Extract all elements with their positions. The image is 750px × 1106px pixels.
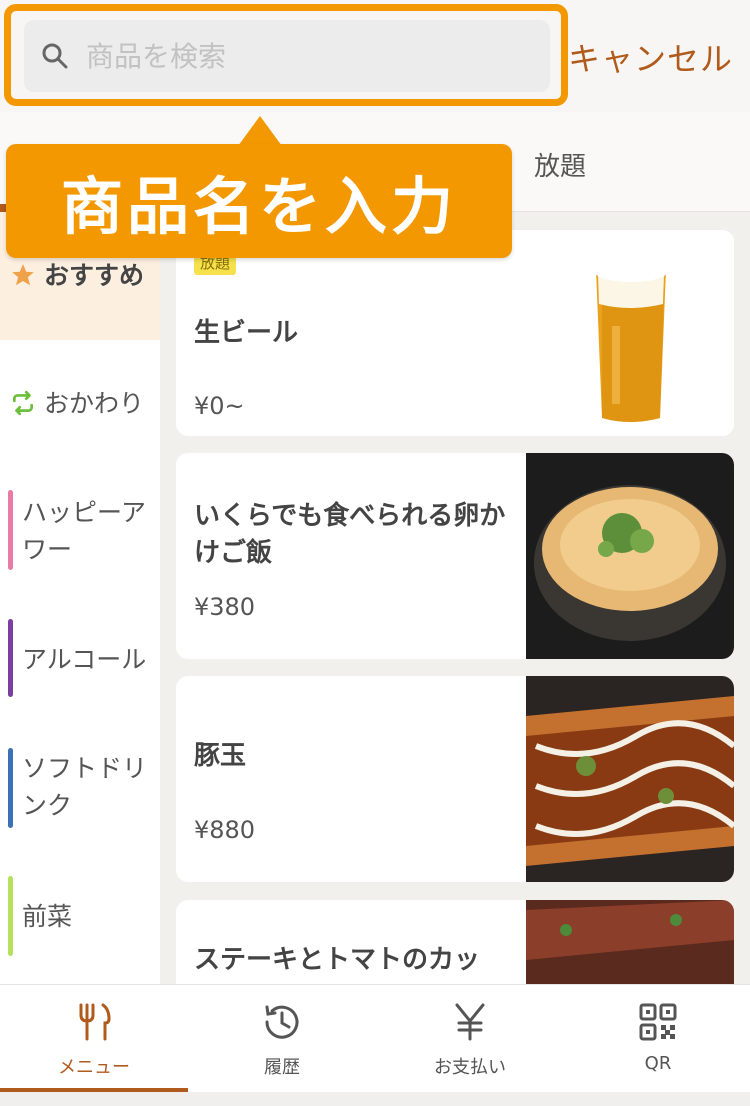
sidebar-item-soft-drink[interactable]: ソフトドリ ンク bbox=[0, 746, 160, 836]
nav-label: QR bbox=[644, 1053, 672, 1074]
qr-icon bbox=[639, 1003, 677, 1041]
menu-item-name: 豚玉 bbox=[194, 741, 247, 771]
category-sidebar: おすすめ おかわり ハッピーア ワー アルコール ソフトドリ ンク 前菜 bbox=[0, 212, 160, 984]
nav-history[interactable]: 履歴 bbox=[188, 985, 376, 1095]
menu-item-card[interactable]: 放題 生ビール ¥0~ bbox=[176, 230, 734, 436]
yen-icon bbox=[455, 1003, 485, 1041]
nav-label: 履歴 bbox=[264, 1057, 300, 1078]
sidebar-item-label: 前菜 bbox=[22, 902, 73, 931]
menu-item-price: ¥0~ bbox=[194, 392, 245, 420]
search-highlight-frame bbox=[4, 4, 568, 106]
callout-arrow bbox=[238, 116, 282, 146]
menu-item-name: ステーキとトマトのカッ bbox=[194, 945, 481, 975]
okonomiyaki-image bbox=[526, 676, 734, 882]
menu-item-card[interactable]: 豚玉 ¥880 bbox=[176, 676, 734, 882]
sidebar-item-appetizer[interactable]: 前菜 bbox=[0, 874, 160, 958]
nav-label: メニュー bbox=[58, 1057, 130, 1078]
menu-item-name: いくらでも食べられる卵かけご飯 bbox=[194, 501, 506, 568]
nav-payment[interactable]: お支払い bbox=[376, 985, 564, 1095]
callout-text: 商品名を入力 bbox=[60, 170, 457, 243]
menu-item-price: ¥880 bbox=[194, 816, 256, 844]
search-header: キャンセル bbox=[0, 0, 750, 112]
sidebar-item-alcohol[interactable]: アルコール bbox=[0, 617, 160, 701]
repeat-icon bbox=[12, 390, 34, 416]
nav-menu[interactable]: メニュー bbox=[0, 985, 188, 1095]
home-indicator-area bbox=[0, 1092, 750, 1106]
star-icon bbox=[12, 264, 34, 286]
sidebar-item-label: アルコール bbox=[22, 645, 147, 674]
sidebar-item-label: ハッピーア ワー bbox=[22, 498, 147, 564]
rice-bowl-image bbox=[526, 453, 734, 659]
fork-knife-icon bbox=[79, 1003, 111, 1041]
menu-item-price: ¥380 bbox=[194, 593, 256, 621]
history-icon bbox=[265, 1005, 299, 1039]
sidebar-item-refill[interactable]: おかわり bbox=[0, 340, 160, 468]
category-color-bar bbox=[8, 619, 13, 697]
category-color-bar bbox=[8, 490, 13, 570]
bottom-navigation: メニュー 履歴 お支払い QR bbox=[0, 984, 750, 1106]
tab-all-you-can-drink[interactable]: 放題 bbox=[534, 146, 586, 183]
category-color-bar bbox=[8, 748, 13, 828]
nav-label: お支払い bbox=[434, 1057, 506, 1078]
cancel-button[interactable]: キャンセル bbox=[568, 34, 733, 80]
sidebar-item-label: おかわり bbox=[44, 389, 145, 418]
beer-image bbox=[526, 230, 734, 436]
sidebar-item-label: ソフトドリ ンク bbox=[22, 754, 148, 820]
menu-item-card[interactable]: いくらでも食べられる卵かけご飯 ¥380 bbox=[176, 453, 734, 659]
sidebar-item-happy-hour[interactable]: ハッピーア ワー bbox=[0, 480, 160, 580]
nav-qr[interactable]: QR bbox=[564, 985, 750, 1095]
menu-item-name: 生ビール bbox=[194, 318, 299, 348]
sidebar-item-label: おすすめ bbox=[44, 261, 145, 290]
category-color-bar bbox=[8, 876, 13, 956]
instruction-callout: 商品名を入力 bbox=[6, 144, 512, 258]
